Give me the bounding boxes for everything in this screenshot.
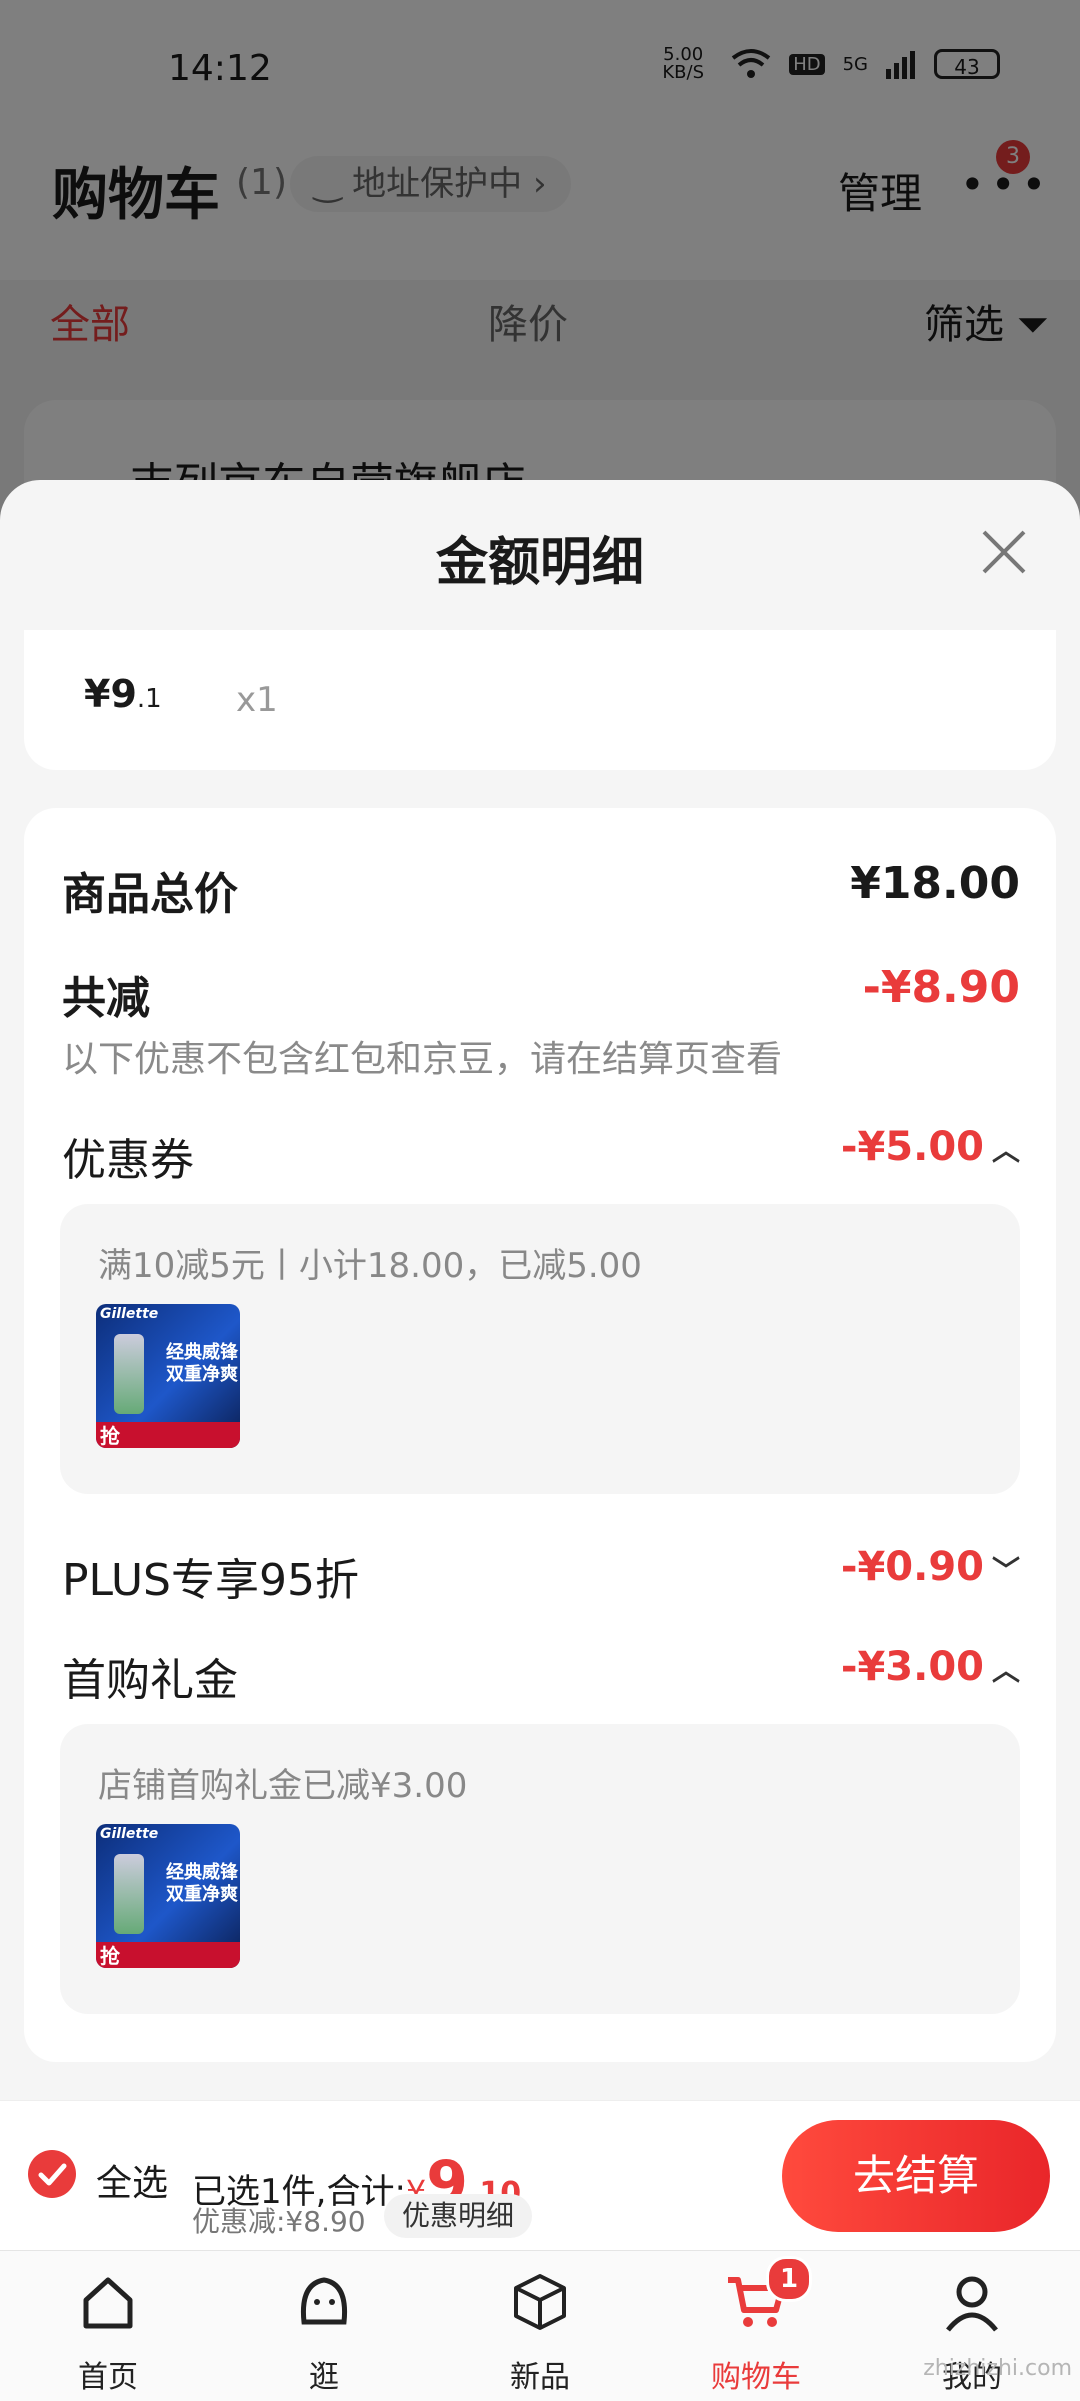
gift-label: 首购礼金 — [62, 1655, 238, 1706]
tab-browse[interactable]: 逛 — [216, 2262, 432, 2396]
smiley-icon — [300, 2277, 348, 2325]
plus-row-value[interactable]: -¥0.90 ﹀ — [841, 1544, 1020, 1590]
item-price: ¥9.1 — [84, 672, 162, 716]
tab-new-label: 新品 — [510, 2360, 570, 2395]
check-icon — [38, 2163, 67, 2186]
product-slogan-line-1: 经典威锋 — [166, 1342, 238, 1363]
gift-detail-text: 店铺首购礼金已减¥3.00 — [98, 1766, 468, 1806]
checkout-button[interactable]: 去结算 — [782, 2120, 1050, 2232]
goods-total-label: 商品总价 — [62, 869, 238, 920]
reduce-value: -¥8.90 — [862, 962, 1020, 1013]
coupon-row-value[interactable]: -¥5.00 ︿ — [841, 1124, 1020, 1170]
discount-text: 优惠减:¥8.90 — [192, 2205, 366, 2238]
reduce-note: 以下优惠不包含红包和京豆，请在结算页查看 — [62, 1039, 783, 1080]
coupon-value: -¥5.00 — [840, 1124, 984, 1170]
gift-row-value[interactable]: -¥3.00 ︿ — [841, 1644, 1020, 1690]
item-card — [24, 630, 1056, 770]
tab-cart-label: 购物车 — [711, 2360, 801, 2395]
tab-new[interactable]: 新品 — [432, 2262, 648, 2396]
razor-image — [114, 1334, 144, 1414]
sheet-title: 金额明细 — [435, 533, 644, 593]
discount-detail-button[interactable]: 优惠明细 — [384, 2194, 533, 2238]
plus-label: PLUS专享95折 — [62, 1555, 359, 1606]
watermark: zhizhizhi.com — [923, 2356, 1072, 2381]
chevron-up-icon: ︿ — [991, 1654, 1020, 1687]
product-brand: Gillette — [100, 1826, 159, 1842]
product-tag: 抢 — [100, 1424, 120, 1448]
tab-home[interactable]: 首页 — [0, 2262, 216, 2396]
user-icon — [946, 2276, 998, 2332]
select-all-checkbox[interactable] — [28, 2150, 76, 2198]
product-thumbnail[interactable]: Gillette 经典威锋 双重净爽 抢 — [96, 1824, 240, 1968]
item-price-decimal: .1 — [136, 684, 162, 714]
product-slogan: 经典威锋 双重净爽 — [166, 1862, 238, 1906]
product-slogan-line-2: 双重净爽 — [166, 1364, 238, 1385]
reduce-label: 共减 — [62, 973, 150, 1024]
chevron-down-icon: ﹀ — [991, 1554, 1020, 1587]
select-all-label[interactable]: 全选 — [96, 2154, 168, 2206]
product-slogan-line-1: 经典威锋 — [166, 1862, 238, 1883]
plus-value: -¥0.90 — [840, 1544, 984, 1590]
goods-total-value: ¥18.00 — [850, 858, 1020, 909]
item-quantity: x1 — [236, 680, 278, 720]
home-icon — [83, 2277, 133, 2329]
item-price-main: ¥9 — [84, 672, 137, 716]
product-thumbnail[interactable]: Gillette 经典威锋 双重净爽 抢 — [96, 1304, 240, 1448]
chevron-up-icon: ︿ — [991, 1134, 1020, 1167]
cart-badge: 1 — [766, 2256, 812, 2302]
product-brand: Gillette — [100, 1306, 159, 1322]
tab-browse-label: 逛 — [309, 2360, 339, 2395]
product-slogan-line-2: 双重净爽 — [166, 1884, 238, 1905]
tab-cart[interactable]: 购物车 — [648, 2262, 864, 2396]
box-icon — [514, 2274, 566, 2330]
close-icon[interactable] — [980, 528, 1028, 576]
coupon-detail-text: 满10减5元丨小计18.00，已减5.00 — [98, 1246, 642, 1286]
coupon-label: 优惠券 — [62, 1135, 194, 1186]
product-tag: 抢 — [100, 1944, 120, 1968]
product-slogan: 经典威锋 双重净爽 — [166, 1342, 238, 1386]
razor-image — [114, 1854, 144, 1934]
tab-home-label: 首页 — [78, 2360, 138, 2395]
gift-value: -¥3.00 — [840, 1644, 984, 1690]
